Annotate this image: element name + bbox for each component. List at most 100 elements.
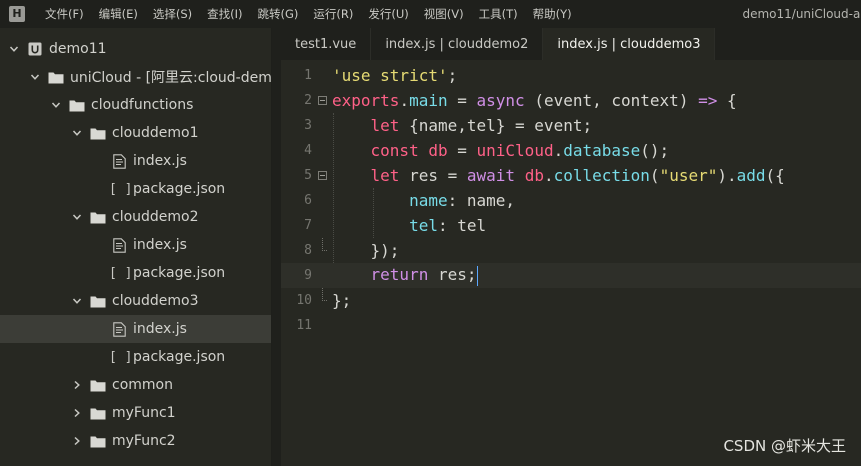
menu-edit[interactable]: 编辑(E) — [91, 6, 145, 22]
code-text[interactable]: 'use strict'; — [332, 66, 457, 85]
fold-toggle-icon[interactable] — [312, 88, 332, 113]
code-line[interactable]: 1 'use strict'; — [281, 63, 861, 88]
tree-item[interactable]: myFunc1 — [0, 399, 271, 427]
tree-item-label: index.js — [133, 321, 187, 337]
window-title: demo11/uniCloud-ali — [742, 7, 861, 21]
fold-gutter — [312, 138, 332, 163]
chevron-right-icon[interactable] — [71, 379, 83, 391]
tree-item[interactable]: index.js — [0, 147, 271, 175]
json-file-icon: [ ] — [109, 181, 133, 197]
code-text[interactable]: exports.main = async (event, context) =>… — [332, 91, 737, 110]
tree-item[interactable]: index.js — [0, 231, 271, 259]
chevron-down-icon[interactable] — [71, 295, 83, 307]
app-logo-icon[interactable]: H — [9, 6, 25, 22]
tab-index-clouddemo3[interactable]: index.js | clouddemo3 — [543, 28, 716, 60]
menu-view[interactable]: 视图(V) — [416, 6, 471, 22]
chevron-down-icon[interactable] — [50, 99, 62, 111]
code-text[interactable]: tel: tel — [332, 216, 486, 235]
code-line[interactable]: 10}; — [281, 288, 861, 313]
code-text[interactable]: name: name, — [332, 191, 515, 210]
code-text[interactable]: return res; — [332, 265, 478, 286]
tree-item-label: myFunc1 — [112, 405, 176, 421]
chevron-down-icon[interactable] — [71, 211, 83, 223]
line-number: 7 — [304, 218, 312, 233]
menu-goto[interactable]: 跳转(G) — [250, 6, 306, 22]
tree-item[interactable]: myFunc2 — [0, 427, 271, 455]
code-line[interactable]: 5 let res = await db.collection("user").… — [281, 163, 861, 188]
folder-icon — [48, 70, 64, 84]
code-line[interactable]: 3 let {name,tel} = event; — [281, 113, 861, 138]
line-number: 5 — [304, 168, 312, 183]
line-number: 1 — [304, 68, 312, 83]
chevron-right-icon[interactable] — [71, 407, 83, 419]
tree-item[interactable]: [ ] package.json — [0, 343, 271, 371]
fold-gutter — [312, 238, 332, 263]
code-text[interactable]: }; — [332, 291, 351, 310]
code-line[interactable]: 2 exports.main = async (event, context) =… — [281, 88, 861, 113]
chevron-down-icon[interactable] — [71, 127, 83, 139]
code-text[interactable]: let {name,tel} = event; — [332, 116, 593, 135]
tree-item[interactable]: common — [0, 371, 271, 399]
menu-publish[interactable]: 发行(U) — [360, 6, 415, 22]
code-text[interactable]: const db = uniCloud.database(); — [332, 141, 670, 160]
chevron-down-icon[interactable] — [8, 43, 20, 55]
js-file-icon — [111, 153, 127, 169]
watermark: CSDN @虾米大王 — [723, 437, 846, 455]
fold-gutter — [312, 313, 332, 338]
project-explorer: demo11 uniCloud - [阿里云:cloud-demo cloudfun… — [0, 28, 272, 466]
folder-icon — [90, 210, 106, 224]
tab-bar: test1.vue index.js | clouddemo2 index.js… — [281, 28, 861, 60]
js-file-icon — [111, 237, 127, 253]
fold-gutter — [312, 188, 332, 213]
code-text[interactable]: let res = await db.collection("user").ad… — [332, 166, 785, 185]
tree-item[interactable]: demo11 — [0, 35, 271, 63]
indent-guide — [373, 188, 374, 238]
tree-item-label: cloudfunctions — [91, 97, 194, 113]
line-number: 4 — [304, 143, 312, 158]
menu-tools[interactable]: 工具(T) — [471, 6, 525, 22]
tab-test1-vue[interactable]: test1.vue — [281, 28, 372, 60]
js-file-icon — [111, 321, 127, 337]
code-line[interactable]: 7 tel: tel — [281, 213, 861, 238]
menu-help[interactable]: 帮助(Y) — [525, 6, 579, 22]
code-text[interactable]: }); — [332, 241, 400, 260]
line-number: 9 — [304, 268, 312, 283]
tree-item-label: clouddemo1 — [112, 125, 199, 141]
chevron-down-icon[interactable] — [29, 71, 41, 83]
tab-index-clouddemo2[interactable]: index.js | clouddemo2 — [371, 28, 544, 60]
fold-toggle-icon[interactable] — [312, 163, 332, 188]
code-line[interactable]: 9 return res; — [281, 263, 861, 288]
indent-guide — [333, 113, 334, 263]
menubar: H 文件(F) 编辑(E) 选择(S) 查找(I) 跳转(G) 运行(R) 发行… — [0, 0, 861, 28]
panel-divider[interactable] — [272, 28, 281, 466]
code-line[interactable]: 4 const db = uniCloud.database(); — [281, 138, 861, 163]
tree-item-label: index.js — [133, 237, 187, 253]
tree-item[interactable]: clouddemo3 — [0, 287, 271, 315]
chevron-right-icon[interactable] — [71, 435, 83, 447]
tree-item[interactable]: [ ] package.json — [0, 259, 271, 287]
tree-item[interactable]: clouddemo2 — [0, 203, 271, 231]
folder-icon — [69, 98, 85, 112]
code-editor[interactable]: 1 'use strict'; 2 exports.main = async (eve… — [281, 60, 861, 466]
menu-select[interactable]: 选择(S) — [145, 6, 199, 22]
tree-item[interactable]: uniCloud - [阿里云:cloud-demo — [0, 63, 272, 91]
tree-item[interactable]: cloudfunctions — [0, 91, 271, 119]
tree-item-label: uniCloud - [阿里云:cloud-demo — [70, 70, 272, 86]
code-line[interactable]: 8 }); — [281, 238, 861, 263]
menu-run[interactable]: 运行(R) — [305, 6, 360, 22]
folder-icon — [90, 126, 106, 140]
fold-gutter — [312, 63, 332, 88]
tree-item[interactable]: index.js — [0, 315, 271, 343]
tree-item-label: index.js — [133, 153, 187, 169]
folder-icon — [90, 406, 106, 420]
menu-find[interactable]: 查找(I) — [199, 6, 249, 22]
tree-item[interactable]: [ ] package.json — [0, 175, 271, 203]
code-line[interactable]: 11 — [281, 313, 861, 338]
code-line[interactable]: 6 name: name, — [281, 188, 861, 213]
line-number: 2 — [304, 93, 312, 108]
tree-item-label: package.json — [133, 265, 226, 281]
menu-file[interactable]: 文件(F) — [37, 6, 91, 22]
tree-item[interactable]: clouddemo1 — [0, 119, 271, 147]
tree-item-label: myFunc2 — [112, 433, 176, 449]
json-file-icon: [ ] — [109, 265, 133, 281]
